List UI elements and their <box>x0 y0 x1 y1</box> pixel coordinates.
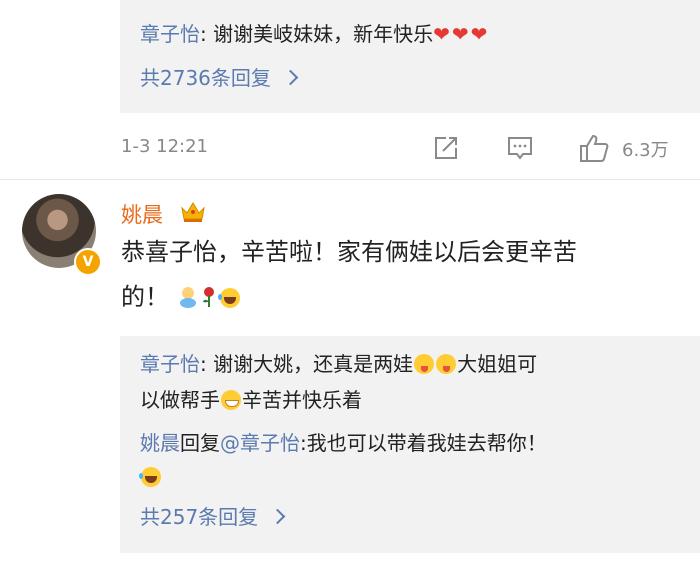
tongue-emoji-icon <box>414 354 435 374</box>
like-count: 6.3万 <box>622 140 669 161</box>
laugh-cry-emoji-icon <box>139 467 161 487</box>
view-replies-link[interactable]: 共2736条回复 <box>140 63 299 93</box>
reply-item-cont: 以做帮手 辛苦并快乐着 <box>140 385 362 415</box>
reply-thread-1: 章子怡: 谢谢美岐妹妹，新年快乐❤❤❤ 共2736条回复 <box>120 0 700 113</box>
reply-text-cont: 大姐姐可 <box>457 352 538 376</box>
reply-label: 回复 <box>180 431 220 455</box>
comment-icon[interactable] <box>506 134 534 166</box>
reply-count: 共257条回复 <box>140 505 259 529</box>
chevron-right-icon <box>269 508 286 525</box>
reply-item[interactable]: 章子怡: 谢谢美岐妹妹，新年快乐❤❤❤ <box>140 19 489 49</box>
reply-item[interactable]: 章子怡: 谢谢大姚，还真是两娃 大姐姐可 <box>140 349 537 379</box>
comment-timestamp: 1-3 12:21 <box>121 136 208 157</box>
reply-text: :我也可以带着我娃去帮你！ <box>300 431 547 455</box>
reply-username[interactable]: 章子怡 <box>140 22 200 46</box>
comment-text-line1: 恭喜子怡，辛苦啦！家有俩娃以后会更辛苦 <box>121 238 577 266</box>
mention-link[interactable]: @章子怡 <box>220 431 300 455</box>
like-icon[interactable] <box>578 132 610 168</box>
heart-icons: ❤❤❤ <box>433 22 490 46</box>
tongue-emoji-icon <box>436 354 457 374</box>
reply-item[interactable]: 姚晨回复@章子怡:我也可以带着我娃去帮你！ <box>140 428 547 458</box>
share-icon[interactable] <box>432 134 460 166</box>
reply-count: 共2736条回复 <box>140 66 271 90</box>
reply-text: : 谢谢大姚，还真是两娃 <box>200 352 414 376</box>
divider <box>0 179 700 180</box>
reply-text-line2a: 以做帮手 <box>140 388 220 412</box>
reply-username[interactable]: 章子怡 <box>140 352 200 376</box>
baby-emoji-icon <box>177 282 199 308</box>
reply-text-line2b: 辛苦并快乐着 <box>242 388 362 412</box>
comment-text-end: 的！ <box>121 283 169 311</box>
comment-username[interactable]: 姚晨 <box>121 199 163 229</box>
reply-item-cont <box>139 462 162 492</box>
view-replies-link[interactable]: 共257条回复 <box>140 502 286 532</box>
rose-emoji-icon <box>199 282 219 307</box>
reply-text: : 谢谢美岐妹妹，新年快乐 <box>200 22 434 46</box>
reply-username[interactable]: 姚晨 <box>140 431 180 455</box>
chevron-right-icon <box>282 69 299 86</box>
reply-thread-2: 章子怡: 谢谢大姚，还真是两娃 大姐姐可 以做帮手 辛苦并快乐着 姚晨回复@章子怡:… <box>120 336 700 553</box>
crown-icon <box>180 200 206 228</box>
verified-badge: V <box>74 248 102 276</box>
grin-emoji-icon <box>221 390 241 410</box>
laugh-cry-emoji-icon <box>217 288 240 308</box>
comment-text-line2: 的！ <box>121 279 241 315</box>
